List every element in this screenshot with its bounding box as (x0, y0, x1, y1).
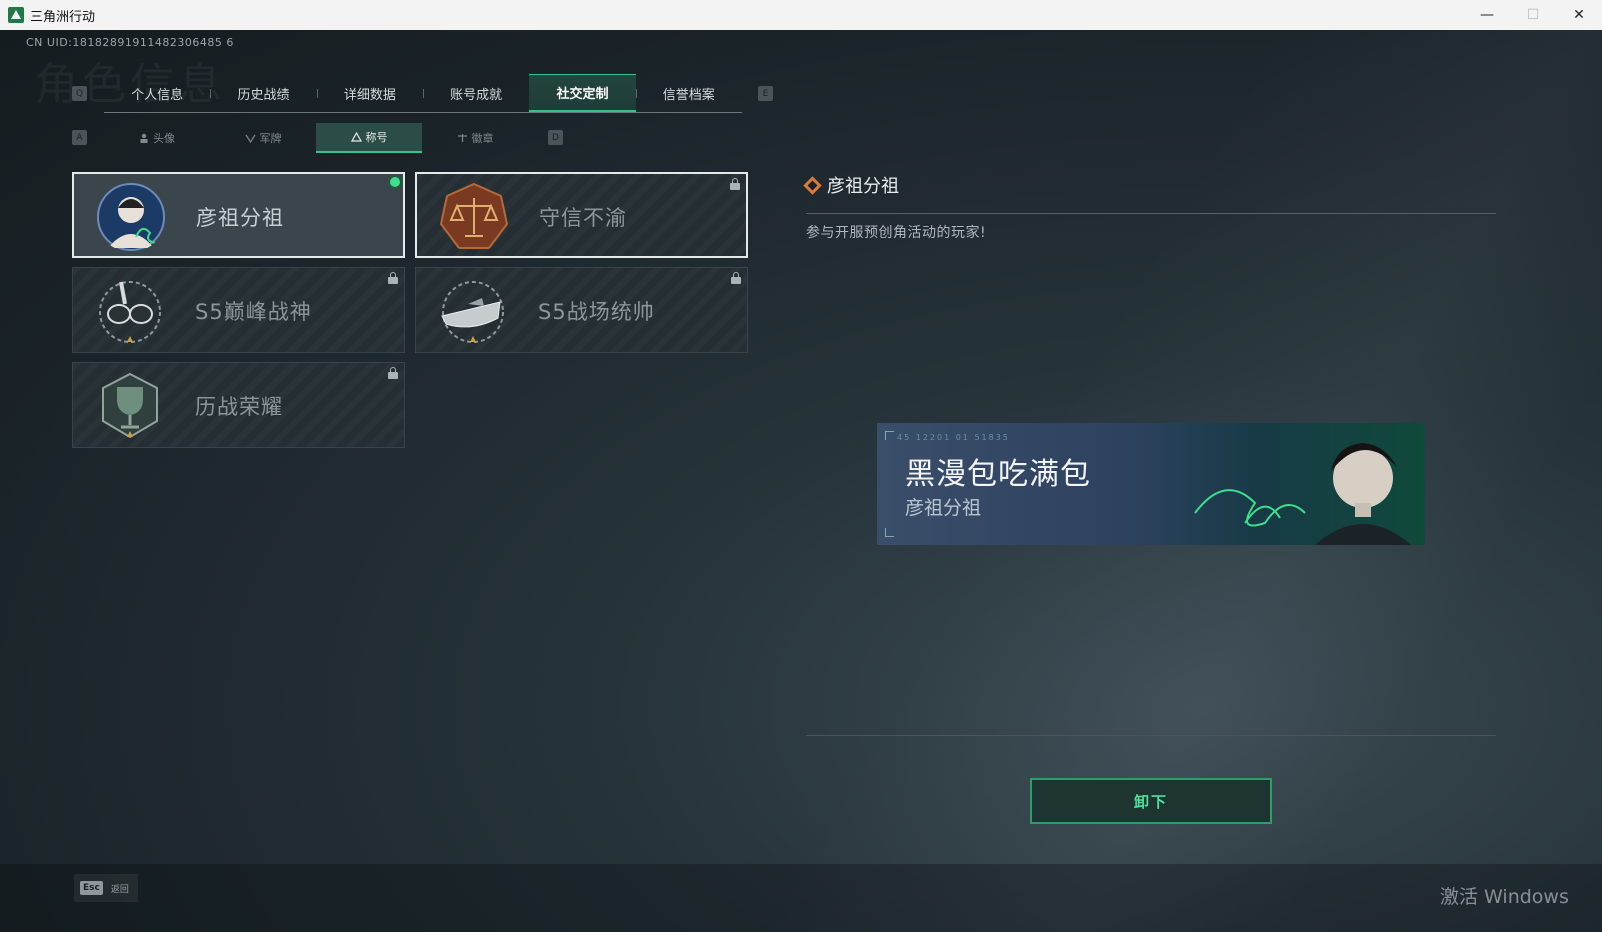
subtab-badge[interactable]: 徽章 (422, 123, 528, 153)
lock-icon (388, 272, 398, 284)
bottom-bar (0, 864, 1602, 932)
next-subtab-key[interactable]: D (548, 130, 563, 145)
detail-header: 彦祖分祖 (803, 172, 899, 198)
title-name: 彦祖分祖 (196, 206, 284, 230)
detail-title: 彦祖分祖 (827, 176, 899, 197)
corner-bracket (885, 431, 894, 440)
app-logo-icon (8, 7, 24, 23)
title-name: S5巅峰战神 (195, 300, 312, 324)
subtab-title[interactable]: 称号 (316, 123, 422, 153)
lock-icon (388, 367, 398, 379)
title-name: 守信不渝 (539, 206, 627, 230)
subtab-badge-label: 徽章 (471, 132, 494, 145)
title-card[interactable]: 守信不渝 (415, 172, 748, 258)
esc-key: Esc (80, 881, 103, 895)
tab-details[interactable]: 详细数据 (316, 74, 423, 112)
dogtag-icon (244, 134, 256, 143)
tab-profile[interactable]: 个人信息 (104, 74, 210, 112)
title-name: S5战场统帅 (538, 300, 655, 324)
title-name: 历战荣耀 (195, 395, 283, 419)
subtab-title-label: 称号 (365, 131, 388, 144)
divider (806, 735, 1496, 736)
subtab-dogtag-label: 军牌 (259, 132, 282, 145)
minimize-button[interactable]: — (1464, 0, 1510, 30)
maximize-button[interactable]: ☐ (1510, 0, 1556, 30)
back-label: 返回 (110, 884, 129, 895)
triangle-icon (350, 132, 362, 142)
prev-subtab-key[interactable]: A (72, 130, 87, 145)
subtab-avatar[interactable]: 头像 (104, 123, 210, 153)
diamond-icon (803, 175, 822, 195)
divider (806, 213, 1496, 214)
scales-emblem-icon (439, 182, 509, 249)
banner-player-name: 黑漫包吃满包 (905, 457, 1091, 492)
subtab-avatar-label: 头像 (153, 132, 175, 145)
window-titlebar: 三角洲行动 — ☐ ✕ (0, 0, 1602, 30)
person-icon (140, 133, 148, 143)
title-card[interactable]: 历战荣耀 (72, 362, 405, 448)
detail-description: 参与开服预创角活动的玩家! (806, 225, 987, 241)
subtab-dogtag[interactable]: 军牌 (210, 123, 316, 153)
portrait-emblem-icon (97, 183, 165, 251)
tab-reputation[interactable]: 信誉档案 (635, 74, 742, 112)
uid-label: CN UID:18182891911482306485 6 (26, 36, 234, 49)
boat-emblem-icon (441, 281, 504, 343)
windows-activation-watermark: 激活 Windows (1440, 886, 1569, 908)
sub-tabs: 头像 军牌 称号 徽章 (104, 123, 532, 153)
tab-history[interactable]: 历史战绩 (210, 74, 316, 112)
title-card[interactable]: S5巅峰战神 (72, 267, 405, 353)
badge-icon (457, 134, 467, 142)
tab-social-custom[interactable]: 社交定制 (529, 74, 636, 112)
banner-portrait-icon (1194, 443, 1411, 545)
lock-icon (730, 178, 740, 190)
next-tab-key[interactable]: E (758, 86, 773, 101)
banner-code: 45 12201 01 51835 (897, 433, 1010, 442)
title-card[interactable]: 彦祖分祖 (72, 172, 405, 258)
game-viewport: 角色信息 CN UID:18182891911482306485 6 Q 个人信… (0, 30, 1602, 932)
diving-mask-emblem-icon (99, 281, 161, 343)
close-button[interactable]: ✕ (1556, 0, 1602, 30)
window-title: 三角洲行动 (30, 9, 96, 25)
lock-icon (731, 272, 741, 284)
title-card[interactable]: S5战场统帅 (415, 267, 748, 353)
window-controls: — ☐ ✕ (1464, 0, 1602, 30)
unequip-button[interactable]: 卸下 (1030, 778, 1272, 824)
main-tabs: 个人信息 历史战绩 详细数据 账号成就 社交定制 信誉档案 (104, 74, 742, 113)
tab-achievements[interactable]: 账号成就 (422, 74, 529, 112)
nameplate-preview: 45 12201 01 51835 黑漫包吃满包 彦祖分祖 (877, 423, 1425, 545)
trophy-emblem-icon (102, 372, 158, 439)
equipped-dot (390, 177, 400, 187)
back-button[interactable]: Esc 返回 (74, 874, 138, 902)
prev-tab-key[interactable]: Q (72, 86, 87, 101)
corner-bracket (885, 528, 894, 537)
banner-title: 彦祖分祖 (905, 497, 982, 519)
